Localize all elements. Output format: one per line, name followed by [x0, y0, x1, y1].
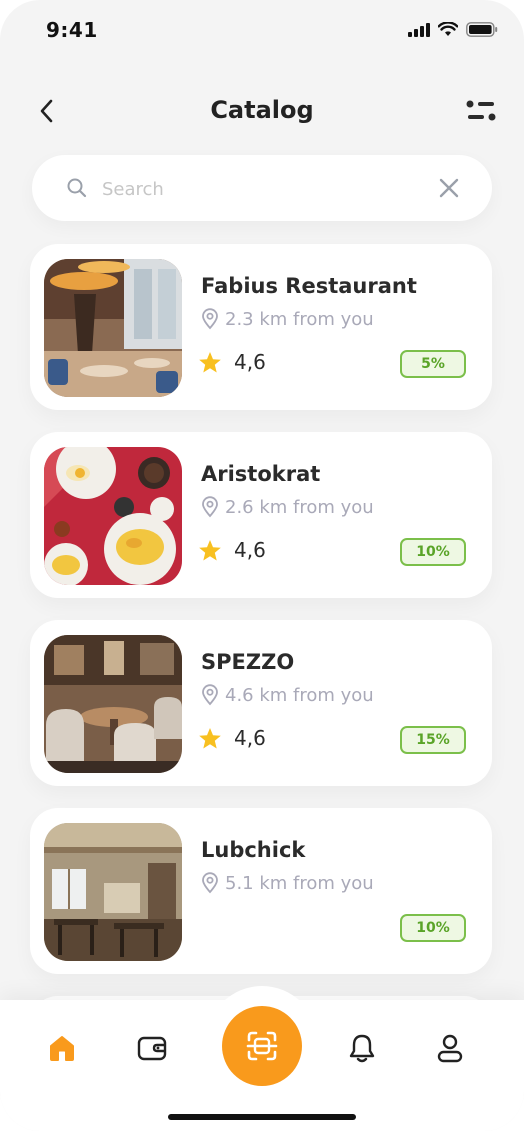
discount-badge: 5%: [400, 350, 466, 378]
restaurant-distance: 5.1 km from you: [201, 872, 374, 894]
distance-text: 2.6 km from you: [225, 496, 374, 518]
star-icon: [199, 727, 221, 748]
rating-value: 4,6: [234, 350, 266, 374]
distance-text: 4.6 km from you: [225, 684, 374, 706]
location-pin-icon: [202, 496, 218, 518]
profile-icon: [437, 1034, 463, 1063]
distance-text: 5.1 km from you: [225, 872, 374, 894]
restaurant-card[interactable]: Aristokrat 2.6 km from you 4,6 10%: [30, 432, 492, 598]
search-icon: [67, 178, 87, 198]
restaurant-card[interactable]: Fabius Restaurant 2.3 km from you 4,6 5%: [30, 244, 492, 410]
restaurant-image: [44, 447, 182, 585]
wallet-icon: [137, 1036, 167, 1061]
wifi-icon: [438, 22, 458, 36]
location-pin-icon: [202, 872, 218, 894]
restaurant-name: Fabius Restaurant: [201, 274, 417, 298]
rating-value: 4,6: [234, 726, 266, 750]
close-icon[interactable]: [436, 175, 462, 201]
filter-icon: [466, 100, 496, 121]
discount-badge: 15%: [400, 726, 466, 754]
restaurant-rating: 4,6: [198, 350, 266, 374]
restaurant-rating: 4,6: [198, 726, 266, 750]
scan-icon: [246, 1031, 278, 1061]
status-icons: [408, 22, 498, 37]
search-input[interactable]: [100, 169, 424, 209]
restaurant-image: [44, 823, 182, 961]
restaurant-list: Fabius Restaurant 2.3 km from you 4,6 5%: [30, 244, 492, 1056]
home-indicator: [168, 1114, 356, 1120]
nav-profile[interactable]: [432, 1030, 468, 1066]
scan-button[interactable]: [222, 1006, 302, 1086]
header: Catalog: [0, 80, 524, 140]
catalog-screen: 9:41 Catalog Search Fabius Restaurant 2.…: [0, 0, 524, 1131]
restaurant-name: SPEZZO: [201, 650, 295, 674]
bottom-nav: [0, 986, 524, 1131]
rating-value: 4,6: [234, 538, 266, 562]
status-bar: 9:41: [0, 0, 524, 60]
star-icon: [199, 539, 221, 560]
restaurant-name: Aristokrat: [201, 462, 321, 486]
status-time: 9:41: [46, 18, 98, 42]
restaurant-image: [44, 635, 182, 773]
page-title: Catalog: [210, 96, 314, 124]
bell-icon: [349, 1034, 375, 1063]
restaurant-rating: 4,6: [198, 538, 266, 562]
signal-icon: [408, 22, 430, 37]
home-icon: [50, 1036, 74, 1061]
star-icon: [199, 351, 221, 372]
search-bar: [32, 155, 492, 221]
nav-wallet[interactable]: [134, 1030, 170, 1066]
nav-home[interactable]: [44, 1030, 80, 1066]
discount-badge: 10%: [400, 538, 466, 566]
distance-text: 2.3 km from you: [225, 308, 374, 330]
battery-icon: [466, 22, 498, 37]
location-pin-icon: [202, 308, 218, 330]
restaurant-distance: 2.6 km from you: [201, 496, 374, 518]
restaurant-card[interactable]: SPEZZO 4.6 km from you 4,6 15%: [30, 620, 492, 786]
location-pin-icon: [202, 684, 218, 706]
nav-notifications[interactable]: [344, 1030, 380, 1066]
restaurant-card[interactable]: Lubchick 5.1 km from you 10%: [30, 808, 492, 974]
restaurant-name: Lubchick: [201, 838, 306, 862]
filter-button[interactable]: [464, 94, 498, 128]
restaurant-distance: 4.6 km from you: [201, 684, 374, 706]
discount-badge: 10%: [400, 914, 466, 942]
restaurant-distance: 2.3 km from you: [201, 308, 374, 330]
restaurant-image: [44, 259, 182, 397]
